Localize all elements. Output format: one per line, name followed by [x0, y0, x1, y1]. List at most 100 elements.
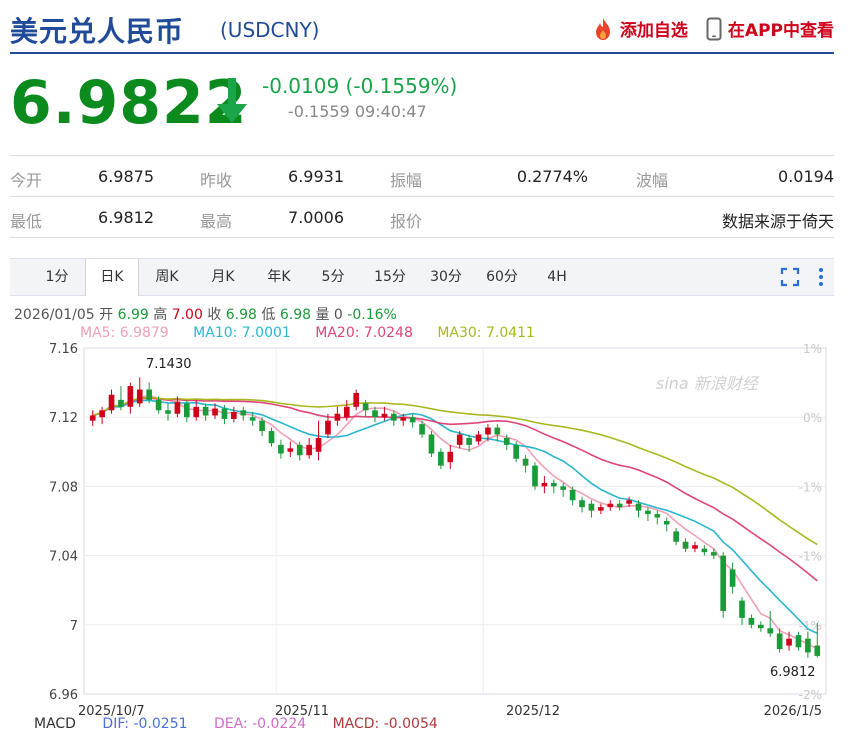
candle-body: [259, 420, 265, 432]
tab-monthly-k[interactable]: 月K: [196, 259, 250, 295]
tab-60min[interactable]: 60分: [474, 259, 530, 295]
more-menu-icon[interactable]: [818, 267, 824, 287]
candle-body: [786, 638, 792, 646]
candle-body: [428, 434, 435, 454]
candle-body: [710, 552, 717, 556]
candle-body: [306, 444, 312, 456]
view-in-app-button[interactable]: 在APP中查看: [706, 16, 834, 41]
pct-tick-label: 1%: [803, 342, 822, 356]
info-volume-label: 量: [315, 307, 330, 323]
data-source: 数据来源于倚天: [721, 212, 834, 231]
candle-body: [814, 645, 821, 656]
stat-value-low: 6.9812: [98, 208, 154, 227]
info-close-label: 收: [207, 307, 222, 323]
max-price-label: 7.1430: [146, 357, 192, 372]
ma20-line: [92, 397, 818, 582]
candle-body: [146, 389, 152, 400]
header-actions: 添加自选 在APP中查看: [592, 16, 834, 41]
pct-tick-label: -1%: [799, 480, 822, 494]
candle-body: [645, 510, 651, 515]
update-time: 09:40:47: [354, 102, 427, 121]
candle-body: [550, 482, 557, 487]
candle-body: [447, 451, 454, 463]
candle-body: [381, 413, 388, 418]
flame-icon: [595, 17, 610, 40]
candle-body: [287, 448, 294, 452]
ma30-line: [92, 396, 818, 546]
info-low-label: 低: [261, 307, 276, 323]
candle-body: [325, 420, 331, 435]
candle-body: [475, 434, 482, 442]
tab-15min[interactable]: 15分: [362, 259, 418, 295]
info-date: 2026/01/05: [14, 307, 95, 323]
candle-body: [494, 427, 501, 435]
info-high: 7.00: [171, 307, 203, 323]
tab-weekly-k[interactable]: 周K: [140, 259, 194, 295]
stat-value-amplitude: 0.2774%: [516, 167, 588, 186]
add-watchlist-button[interactable]: 添加自选: [592, 16, 688, 41]
stat-label-amplitude: 振幅: [390, 171, 423, 190]
candle-body: [99, 410, 105, 418]
candle-body: [400, 417, 407, 421]
candle-body: [89, 415, 96, 421]
y-tick-label: 7.12: [49, 411, 78, 426]
candle-info-row: 2026/01/05 开 6.99 高 7.00 收 6.98 低 6.98 量…: [14, 304, 397, 324]
candle-body: [758, 624, 764, 629]
candle-body: [560, 486, 567, 490]
pct-tick-label: 0%: [803, 411, 822, 425]
pct-tick-label: -1%: [799, 550, 822, 564]
stat-label-quote: 报价: [390, 212, 423, 231]
page-title: 美元兑人民币: [10, 15, 185, 48]
candle-body: [635, 503, 642, 511]
tab-5min[interactable]: 5分: [308, 259, 358, 295]
stat-label-open: 今开: [10, 171, 43, 190]
candle-body: [353, 392, 360, 407]
candle-body: [692, 545, 698, 549]
macd-dea: DEA: -0.0224: [213, 716, 307, 732]
stats-row-2: 最低 6.9812 最高 7.0006 报价 数据来源于倚天: [10, 196, 834, 238]
y-tick-label: 7: [70, 619, 78, 634]
candle-body: [334, 413, 341, 421]
stat-label-volatility: 波幅: [636, 171, 669, 190]
candle-body: [419, 424, 425, 435]
ma5-line: [92, 394, 818, 650]
candle-body: [522, 458, 529, 466]
candle-body: [174, 401, 181, 414]
candle-body: [231, 412, 237, 419]
y-tick-label: 7.08: [49, 480, 78, 495]
sub-change: -0.1559: [288, 102, 350, 121]
macd-dif: DIF: -0.0251: [102, 716, 188, 732]
candle-body: [729, 569, 736, 587]
candle-body: [372, 410, 378, 418]
candle-body: [240, 410, 247, 416]
candle-body: [682, 541, 689, 549]
candle-body: [108, 394, 115, 411]
tab-4h[interactable]: 4H: [532, 259, 582, 295]
pct-tick-label: -2%: [799, 688, 822, 702]
info-open-label: 开: [99, 307, 114, 323]
header-divider: [10, 52, 834, 54]
candle-body: [739, 600, 745, 618]
tab-yearly-k[interactable]: 年K: [252, 259, 306, 295]
candle-body: [249, 417, 256, 421]
candle-body: [532, 465, 538, 487]
y-tick-label: 7.16: [49, 342, 78, 357]
tab-30min[interactable]: 30分: [418, 259, 474, 295]
tab-daily-k[interactable]: 日K: [85, 259, 139, 296]
kline-chart[interactable]: 7.16 1%7.12 0%7.08 -1%7.04 -1%7 -1%6.96 -2%7.1…: [0, 336, 848, 735]
fullscreen-icon[interactable]: [780, 267, 800, 287]
tab-1min[interactable]: 1分: [32, 259, 82, 295]
candle-body: [362, 403, 369, 411]
candle-body: [315, 437, 322, 452]
candle-body: [720, 555, 727, 611]
x-tick-label: 2026/1/5: [764, 704, 822, 719]
arrow-down-icon: [217, 78, 247, 123]
candle-body: [748, 617, 755, 625]
candle-body: [579, 500, 585, 508]
add-watchlist-label: 添加自选: [619, 21, 688, 41]
x-tick-label: 2025/12: [506, 704, 560, 719]
candle-body: [268, 431, 275, 444]
stat-value-volatility: 0.0194: [778, 167, 834, 186]
macd-value: MACD: -0.0054: [332, 716, 438, 732]
candle-body: [663, 521, 670, 525]
